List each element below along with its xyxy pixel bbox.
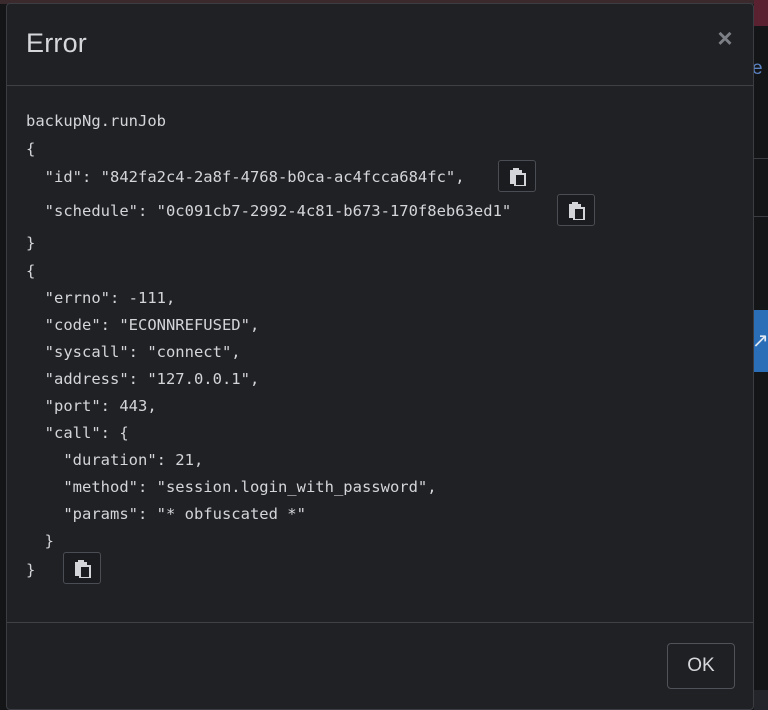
clipboard-icon	[569, 202, 585, 220]
background-alert-strip	[754, 0, 768, 26]
code-line: }	[26, 561, 36, 579]
code-line: }	[26, 234, 36, 252]
code-line-id: "id": "842fa2c4-2a8f-4768-b0ca-ac4fcca68…	[26, 168, 465, 186]
code-line-call: "call": {	[26, 424, 129, 442]
code-line: {	[26, 262, 36, 280]
copy-error-button[interactable]	[63, 552, 101, 584]
background-divider	[754, 158, 768, 159]
code-line-port: "port": 443,	[26, 397, 157, 415]
background-footer-strip	[754, 690, 768, 710]
copy-id-button[interactable]	[498, 160, 536, 192]
code-line-method: backupNg.runJob	[26, 112, 166, 130]
code-line-params: "params": "* obfuscated *"	[26, 505, 306, 523]
code-line-syscall: "syscall": "connect",	[26, 343, 241, 361]
modal-body: backupNg.runJob { "id": "842fa2c4-2a8f-4…	[7, 86, 753, 622]
code-line: {	[26, 140, 36, 158]
code-line-duration: "duration": 21,	[26, 451, 204, 469]
code-line-method-name: "method": "session.login_with_password",	[26, 478, 437, 496]
close-icon[interactable]: ×	[713, 24, 737, 52]
code-line-errno: "errno": -111,	[26, 289, 176, 307]
code-line: }	[26, 532, 54, 550]
code-line-address: "address": "127.0.0.1",	[26, 370, 260, 388]
modal-footer: OK	[7, 622, 753, 710]
modal-title: Error	[26, 28, 87, 58]
copy-schedule-button[interactable]	[557, 194, 595, 226]
background-arrow-icon: ↗	[752, 328, 768, 352]
error-modal: Error × backupNg.runJob { "id": "842fa2c…	[6, 3, 754, 710]
clipboard-icon	[510, 168, 526, 186]
code-line-code: "code": "ECONNREFUSED",	[26, 316, 260, 334]
code-line-schedule: "schedule": "0c091cb7-2992-4c81-b673-170…	[26, 202, 512, 220]
clipboard-icon	[75, 560, 91, 578]
background-divider	[754, 216, 768, 217]
modal-header: Error ×	[7, 4, 753, 86]
ok-button[interactable]: OK	[667, 643, 735, 689]
